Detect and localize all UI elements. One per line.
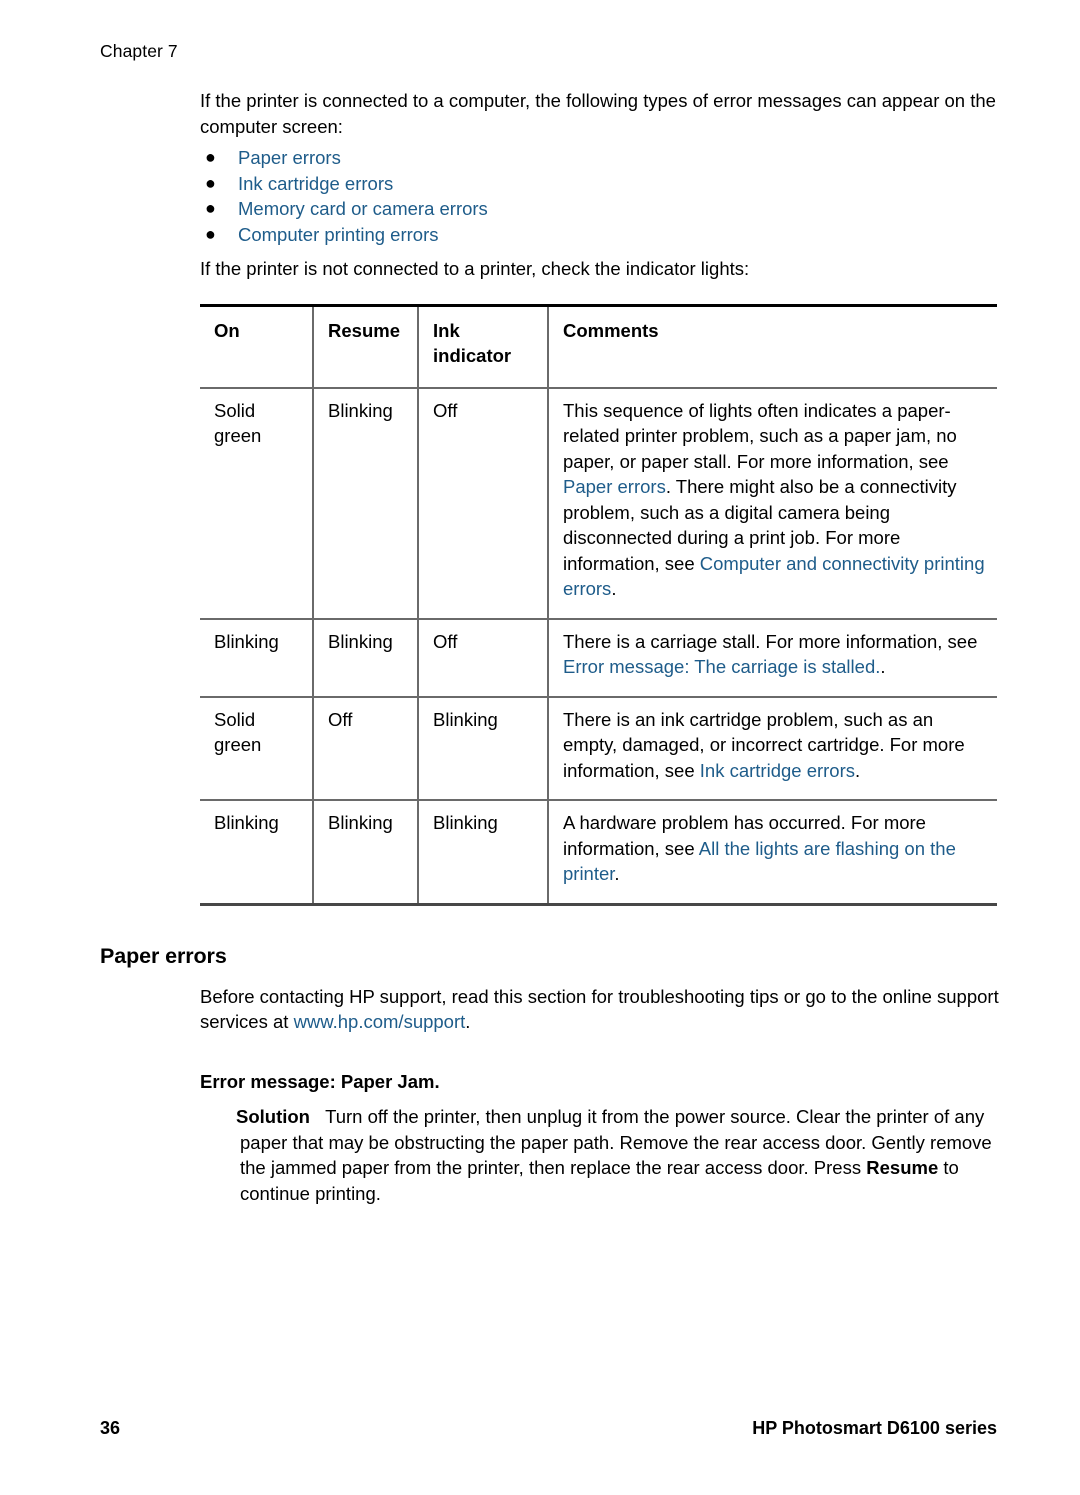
text-run: There is a carriage stall. For more info… bbox=[563, 630, 978, 652]
table-row: Blinking Blinking Blinking A hardware pr… bbox=[200, 800, 997, 904]
cross-reference-link[interactable]: Error message: The carriage is stalled. bbox=[563, 656, 880, 677]
intro-paragraph: If the printer is connected to a compute… bbox=[200, 90, 996, 137]
error-message-heading: Error message: Paper Jam. bbox=[200, 1070, 440, 1092]
cell-on: Solid green bbox=[214, 708, 262, 756]
list-item-label: Paper errors bbox=[238, 147, 341, 168]
cell-comments: This sequence of lights often indicates … bbox=[547, 387, 997, 619]
product-name: HP Photosmart D6100 series bbox=[752, 1418, 997, 1438]
cell-resume: Blinking bbox=[312, 800, 418, 904]
document-page: Chapter 7 If the printer is connected to… bbox=[0, 0, 1080, 1495]
bullet-dot-icon: ● bbox=[205, 198, 216, 218]
table-body: Solid green Blinking Off This sequence o… bbox=[200, 387, 997, 904]
cell-on: Blinking bbox=[214, 812, 279, 833]
text-run: This sequence of lights often indicates … bbox=[563, 399, 957, 472]
section-heading-paper-errors: Paper errors bbox=[100, 943, 227, 968]
cell-comments: There is a carriage stall. For more info… bbox=[547, 618, 997, 697]
text-run: . bbox=[465, 1011, 471, 1032]
bullet-dot-icon: ● bbox=[205, 223, 216, 244]
column-header-ink-indicator: Ink indicator bbox=[417, 305, 548, 388]
cross-reference-link[interactable]: www.hp.com/support bbox=[294, 1011, 466, 1032]
column-header-resume: Resume bbox=[312, 305, 418, 388]
list-item-label: Computer printing errors bbox=[238, 223, 439, 245]
cell-comments: A hardware problem has occurred. For mor… bbox=[547, 800, 997, 904]
cross-reference-link[interactable]: Ink cartridge errors bbox=[700, 760, 855, 781]
text-run: . bbox=[614, 863, 620, 884]
cell-ink-indicator: Blinking bbox=[417, 800, 548, 904]
error-types-list: ● Paper errors ● Ink cartridge errors ● Mem… bbox=[205, 145, 995, 247]
list-item-label: Ink cartridge errors bbox=[238, 172, 394, 194]
cell-on: Blinking bbox=[214, 630, 279, 652]
column-header-comments: Comments bbox=[547, 305, 997, 388]
cross-reference-link[interactable]: Paper errors bbox=[563, 476, 666, 497]
column-header-on: On bbox=[214, 319, 240, 341]
table-row: Blinking Blinking Off There is a carriag… bbox=[200, 618, 997, 697]
cell-resume: Blinking bbox=[312, 387, 418, 619]
solution-paragraph: Solution Turn off the printer, then unpl… bbox=[236, 1104, 1000, 1206]
table-row: Solid green Off Blinking There is an ink… bbox=[200, 696, 997, 800]
text-run: . bbox=[855, 759, 861, 781]
indicator-lights-table: On Resume Ink indicator Comments Solid g… bbox=[200, 304, 997, 906]
page-content: If the printer is connected to a compute… bbox=[0, 88, 1080, 1206]
indicator-lights-intro: If the printer is not connected to a pri… bbox=[200, 258, 750, 279]
page-footer: 36 HP Photosmart D6100 series bbox=[0, 1416, 1080, 1440]
indicator-lights-table-wrapper: On Resume Ink indicator Comments Solid g… bbox=[200, 304, 997, 906]
list-item[interactable]: ● Computer printing errors bbox=[205, 222, 995, 248]
table-header: On Resume Ink indicator Comments bbox=[200, 305, 997, 388]
bullet-dot-icon: ● bbox=[205, 147, 216, 167]
solution-text: Turn off the printer, then unplug it fro… bbox=[240, 1106, 992, 1204]
cell-ink-indicator: Off bbox=[417, 618, 548, 697]
cell-on: Solid green bbox=[214, 399, 262, 447]
table-header-row: On Resume Ink indicator Comments bbox=[200, 305, 997, 388]
list-item-label: Memory card or camera errors bbox=[238, 198, 488, 219]
list-item[interactable]: ● Ink cartridge errors bbox=[205, 171, 995, 197]
table-row: Solid green Blinking Off This sequence o… bbox=[200, 387, 997, 619]
page-number: 36 bbox=[100, 1418, 121, 1438]
cell-ink-indicator: Blinking bbox=[417, 696, 548, 800]
cell-ink-indicator: Off bbox=[417, 387, 548, 619]
paper-errors-intro: Before contacting HP support, read this … bbox=[200, 984, 1000, 1035]
emphasized-term: Resume bbox=[866, 1157, 939, 1178]
text-run: . bbox=[611, 578, 617, 599]
cell-comments: There is an ink cartridge problem, such … bbox=[547, 696, 997, 800]
list-item[interactable]: ● Paper errors bbox=[205, 145, 995, 171]
text-run: . bbox=[880, 656, 886, 677]
solution-label: Solution bbox=[236, 1106, 310, 1127]
bullet-dot-icon: ● bbox=[205, 172, 216, 193]
running-head: Chapter 7 bbox=[100, 41, 178, 61]
cell-resume: Blinking bbox=[312, 618, 418, 697]
list-item[interactable]: ● Memory card or camera errors bbox=[205, 196, 995, 222]
cell-resume: Off bbox=[312, 696, 418, 800]
